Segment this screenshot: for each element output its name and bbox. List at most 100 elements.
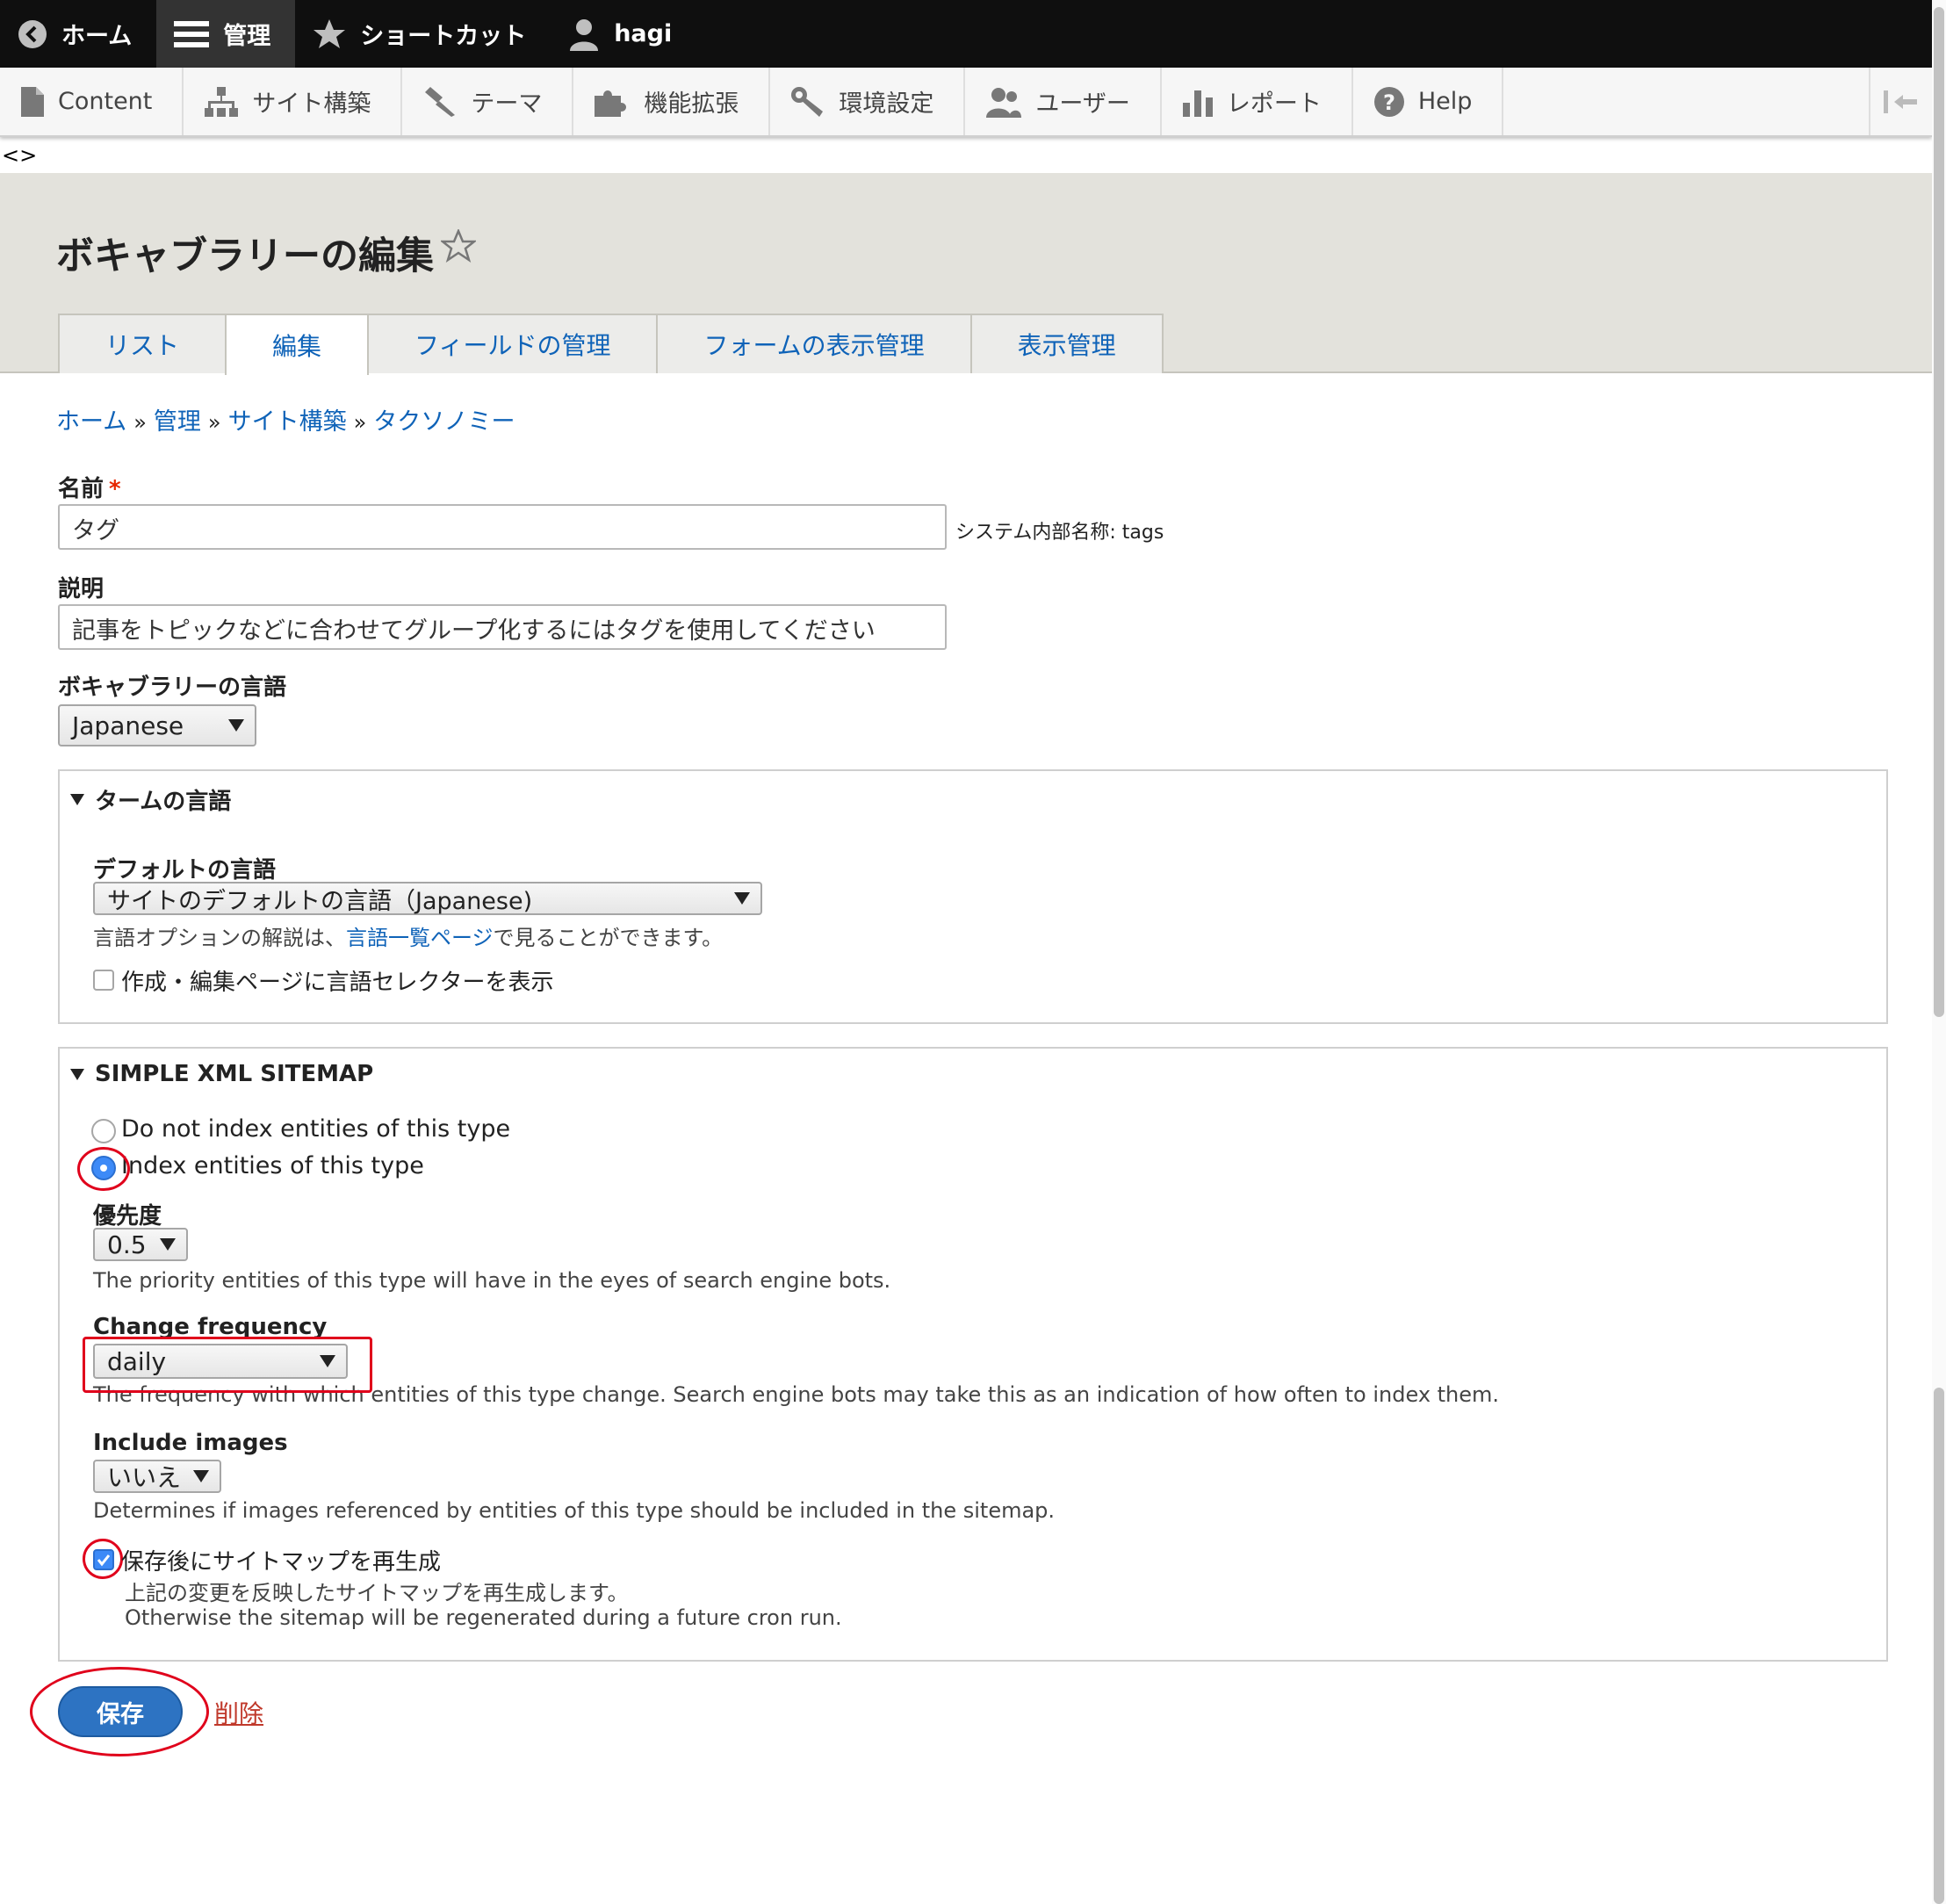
tab-list[interactable]: リスト xyxy=(58,314,227,373)
shortcut-star-icon[interactable] xyxy=(441,229,476,263)
tab-manage-fields[interactable]: フィールドの管理 xyxy=(367,314,659,373)
tray-item-label: テーマ xyxy=(471,90,543,118)
toolbar-manage[interactable]: 管理 xyxy=(156,0,296,68)
breadcrumb-separator: » xyxy=(207,410,221,435)
tray-orientation-toggle[interactable] xyxy=(1869,68,1932,135)
chevron-down-icon xyxy=(193,1470,209,1482)
machine-name: システム内部名称: tags xyxy=(955,516,1164,545)
page-header: ボキャブラリーの編集 リスト 編集 フィールドの管理 フォームの表示管理 表示管… xyxy=(0,173,1932,375)
delete-link[interactable]: 削除 xyxy=(214,1695,263,1730)
chevron-down-icon xyxy=(320,1355,335,1367)
svg-text:?: ? xyxy=(1383,90,1395,115)
tray-item-content[interactable]: Content xyxy=(0,68,184,135)
star-icon xyxy=(314,18,346,48)
tray-item-reports[interactable]: レポート xyxy=(1161,68,1353,135)
include-images-label: Include images xyxy=(93,1430,288,1456)
index-entities-label: Index entities of this type xyxy=(121,1152,424,1179)
include-images-select[interactable]: いいえ xyxy=(93,1460,221,1493)
language-list-link[interactable]: 言語一覧ページ xyxy=(346,926,494,950)
chevron-down-icon xyxy=(160,1238,176,1251)
admin-toolbar: ホーム 管理 ショートカット hagi xyxy=(0,0,1946,68)
regenerate-sitemap-checkbox[interactable] xyxy=(93,1549,114,1570)
required-mark: * xyxy=(109,476,121,502)
bar-chart-icon xyxy=(1182,90,1213,117)
tab-edit[interactable]: 編集 xyxy=(225,314,370,375)
toolbar-user[interactable]: hagi xyxy=(551,0,696,68)
regenerate-description-2: Otherwise the sitemap will be regenerate… xyxy=(125,1605,842,1630)
priority-select[interactable]: 0.5 xyxy=(93,1228,188,1261)
priority-value: 0.5 xyxy=(107,1230,147,1259)
tray-item-extend[interactable]: 機能拡張 xyxy=(573,68,771,135)
tray-item-structure[interactable]: サイト構築 xyxy=(184,68,403,135)
back-arrow-icon xyxy=(18,19,47,48)
breadcrumb: ホーム» 管理» サイト構築» タクソノミー xyxy=(56,402,515,436)
tray-item-label: レポート xyxy=(1226,90,1322,118)
save-button[interactable]: 保存 xyxy=(58,1686,183,1737)
tray-item-config[interactable]: 環境設定 xyxy=(770,68,966,135)
default-language-select[interactable]: サイトのデフォルトの言語（Japanese) xyxy=(93,882,762,915)
toolbar-shortcuts-label: ショートカット xyxy=(360,23,527,50)
regenerate-sitemap-label: 保存後にサイトマップを再生成 xyxy=(121,1549,442,1576)
name-input[interactable]: タグ xyxy=(58,504,947,550)
do-not-index-radio[interactable] xyxy=(91,1119,116,1143)
priority-description: The priority entities of this type will … xyxy=(93,1268,891,1293)
description-label: 説明 xyxy=(58,576,105,602)
sitemap-icon xyxy=(205,86,239,117)
breadcrumb-home[interactable]: ホーム xyxy=(56,408,126,436)
vocabulary-language-value: Japanese xyxy=(72,710,184,740)
menu-icon xyxy=(174,20,210,47)
machine-name-value: tags xyxy=(1121,522,1164,544)
admin-tray: Content サイト構築 テーマ 機能拡張 環境設定 ユーザー レポート ? … xyxy=(0,68,1932,137)
wrench-icon xyxy=(791,86,824,117)
include-images-value: いいえ xyxy=(107,1463,182,1492)
name-label: 名前 * xyxy=(58,471,121,503)
tray-item-theme[interactable]: テーマ xyxy=(402,68,574,135)
tray-item-label: Content xyxy=(58,88,153,115)
tray-item-label: 環境設定 xyxy=(839,90,934,118)
name-label-text: 名前 xyxy=(58,476,105,502)
include-images-description: Determines if images referenced by entit… xyxy=(93,1498,1056,1523)
tab-manage-form-display[interactable]: フォームの表示管理 xyxy=(656,314,972,373)
vocabulary-language-select[interactable]: Japanese xyxy=(58,704,256,746)
index-entities-radio[interactable] xyxy=(91,1156,116,1180)
breadcrumb-taxonomy[interactable]: タクソノミー xyxy=(373,408,515,436)
change-frequency-label: Change frequency xyxy=(93,1314,328,1340)
change-frequency-description: The frequency with which entities of thi… xyxy=(93,1382,1500,1407)
tray-item-people[interactable]: ユーザー xyxy=(965,68,1162,135)
change-frequency-value: daily xyxy=(107,1346,167,1376)
name-input-value: タグ xyxy=(72,517,119,545)
tray-item-label: Help xyxy=(1417,88,1473,115)
sitemap-legend-text: SIMPLE XML SITEMAP xyxy=(95,1061,374,1087)
breadcrumb-structure[interactable]: サイト構築 xyxy=(228,408,347,436)
toolbar-shortcuts[interactable]: ショートカット xyxy=(295,0,551,68)
paint-brush-icon xyxy=(425,86,456,117)
checkmark-icon xyxy=(97,1554,111,1567)
breadcrumb-admin[interactable]: 管理 xyxy=(154,408,201,436)
tray-item-label: ユーザー xyxy=(1035,90,1130,118)
term-language-legend[interactable]: タームの言語 xyxy=(70,783,231,816)
toolbar-home[interactable]: ホーム xyxy=(0,0,156,68)
breadcrumb-separator: » xyxy=(353,410,367,435)
chevron-down-icon xyxy=(734,892,750,905)
show-language-selector-checkbox[interactable] xyxy=(93,970,114,991)
priority-label: 優先度 xyxy=(93,1203,162,1230)
language-help-suffix: で見ることができます。 xyxy=(493,926,724,950)
scrollbar-thumb-lower[interactable] xyxy=(1934,1388,1944,1904)
machine-name-label: システム内部名称: xyxy=(955,522,1116,544)
change-frequency-select[interactable]: daily xyxy=(93,1344,348,1379)
puzzle-icon xyxy=(595,90,627,117)
description-input-value: 記事をトピックなどに合わせてグループ化するにはタグを使用してください xyxy=(72,617,876,645)
chevron-down-icon xyxy=(228,719,244,732)
collapse-left-icon xyxy=(1884,90,1917,113)
do-not-index-label: Do not index entities of this type xyxy=(121,1115,511,1143)
toolbar-user-label: hagi xyxy=(614,20,673,47)
vocabulary-language-label: ボキャブラリーの言語 xyxy=(58,674,287,701)
document-icon xyxy=(21,86,44,117)
breadcrumb-separator: » xyxy=(133,410,147,435)
stray-markup-text: <> xyxy=(2,143,38,168)
scrollbar-thumb[interactable] xyxy=(1934,7,1944,1017)
tray-item-help[interactable]: ? Help xyxy=(1352,68,1504,135)
description-input[interactable]: 記事をトピックなどに合わせてグループ化するにはタグを使用してください xyxy=(58,604,947,650)
sitemap-legend[interactable]: SIMPLE XML SITEMAP xyxy=(70,1061,373,1087)
tab-manage-display[interactable]: 表示管理 xyxy=(969,314,1164,373)
